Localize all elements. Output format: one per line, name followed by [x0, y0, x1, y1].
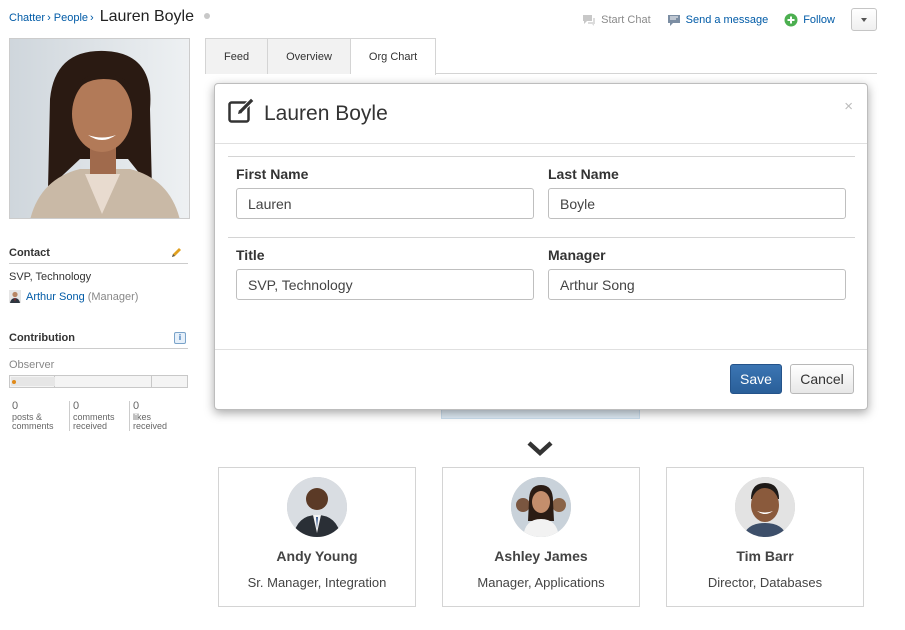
- modal-title: Lauren Boyle: [264, 101, 388, 125]
- report-avatar: [511, 477, 571, 537]
- progress-marker: [12, 380, 16, 384]
- follow-label: Follow: [803, 13, 835, 26]
- page-title: Lauren Boyle: [99, 8, 194, 25]
- report-avatar: [287, 477, 347, 537]
- profile-actions: Start Chat Send a message Follow: [566, 8, 877, 31]
- title-label: Title: [236, 247, 265, 263]
- edit-user-modal: Lauren Boyle × First Name Last Name Titl…: [214, 83, 868, 410]
- follow-button[interactable]: Follow: [784, 13, 835, 27]
- tab-org-chart[interactable]: Org Chart: [350, 38, 437, 75]
- report-name: Tim Barr: [736, 548, 794, 564]
- contribution-heading: Contribution: [9, 332, 75, 344]
- message-icon: [667, 14, 681, 26]
- form-row-name: First Name Last Name: [228, 156, 855, 219]
- chevron-down-icon[interactable]: [527, 440, 553, 463]
- report-name: Ashley James: [494, 548, 588, 564]
- breadcrumb-people-link[interactable]: People: [54, 12, 88, 24]
- contribution-section-header: Contribution i: [9, 332, 188, 349]
- report-title: Sr. Manager, Integration: [247, 575, 387, 590]
- breadcrumb-separator: ›: [90, 12, 94, 24]
- edit-square-icon: [228, 97, 258, 129]
- report-card-andy-young[interactable]: Andy Young Sr. Manager, Integration: [218, 467, 416, 607]
- report-card-tim-barr[interactable]: Tim Barr Director, Databases: [666, 467, 864, 607]
- breadcrumb-separator: ›: [47, 12, 51, 24]
- breadcrumb: Chatter › People › Lauren Boyle: [9, 8, 210, 26]
- contribution-progress-bar: [9, 375, 188, 388]
- contact-job-title: SVP, Technology: [9, 271, 92, 283]
- report-title: Manager, Applications: [477, 575, 605, 590]
- report-name: Andy Young: [276, 548, 358, 564]
- chat-bubble-icon: [582, 14, 596, 26]
- first-name-field-group: First Name: [236, 166, 534, 219]
- manager-label: Manager: [548, 247, 606, 263]
- send-message-label: Send a message: [685, 13, 769, 26]
- more-actions-menu-button[interactable]: [851, 8, 877, 31]
- send-message-button[interactable]: Send a message: [667, 13, 769, 26]
- contact-section-header: Contact: [9, 247, 188, 264]
- manager-row: Arthur Song (Manager): [9, 290, 138, 303]
- presence-status-dot: [203, 13, 210, 19]
- manager-input[interactable]: [548, 269, 846, 300]
- woman-portrait-image: [10, 39, 189, 218]
- save-button[interactable]: Save: [730, 364, 782, 394]
- manager-role-label: (Manager): [87, 290, 139, 303]
- profile-photo: [9, 38, 190, 219]
- plus-circle-icon: [784, 13, 798, 27]
- last-name-label: Last Name: [548, 166, 619, 182]
- modal-header: Lauren Boyle: [215, 84, 867, 144]
- last-name-field-group: Last Name: [548, 166, 846, 219]
- stat-posts-comments: 0 posts & comments: [12, 400, 54, 431]
- contact-heading: Contact: [9, 247, 50, 259]
- report-avatar: [735, 477, 795, 537]
- last-name-input[interactable]: [548, 188, 846, 219]
- caret-down-icon: [861, 17, 867, 22]
- start-chat-label: Start Chat: [601, 13, 651, 26]
- manager-field-group: Manager: [548, 247, 846, 300]
- breadcrumb-chatter-link[interactable]: Chatter: [9, 12, 45, 24]
- progress-fill: [11, 377, 55, 386]
- stat-likes-received: 0 likes received: [129, 401, 189, 431]
- tab-feed[interactable]: Feed: [205, 38, 269, 74]
- pencil-icon[interactable]: [171, 247, 182, 261]
- report-card-ashley-james[interactable]: Ashley James Manager, Applications: [442, 467, 640, 607]
- first-name-input[interactable]: [236, 188, 534, 219]
- modal-footer: Save Cancel: [215, 349, 867, 409]
- manager-avatar: [9, 290, 21, 303]
- contribution-level: Observer: [9, 359, 55, 371]
- profile-tabs: Feed Overview Org Chart: [205, 38, 877, 75]
- first-name-label: First Name: [236, 166, 309, 182]
- title-input[interactable]: [236, 269, 534, 300]
- manager-link[interactable]: Arthur Song: [26, 291, 85, 303]
- tab-overview[interactable]: Overview: [268, 38, 351, 74]
- info-icon[interactable]: i: [174, 332, 186, 344]
- report-title: Director, Databases: [707, 575, 823, 590]
- start-chat-button[interactable]: Start Chat: [582, 14, 651, 26]
- close-icon[interactable]: ×: [844, 98, 853, 115]
- cancel-button[interactable]: Cancel: [790, 364, 854, 394]
- contribution-stats: 0 posts & comments 0 comments received 0…: [9, 401, 189, 431]
- title-field-group: Title: [236, 247, 534, 300]
- form-row-role: Title Manager: [228, 237, 855, 300]
- stat-comments-received: 0 comments received: [69, 401, 129, 431]
